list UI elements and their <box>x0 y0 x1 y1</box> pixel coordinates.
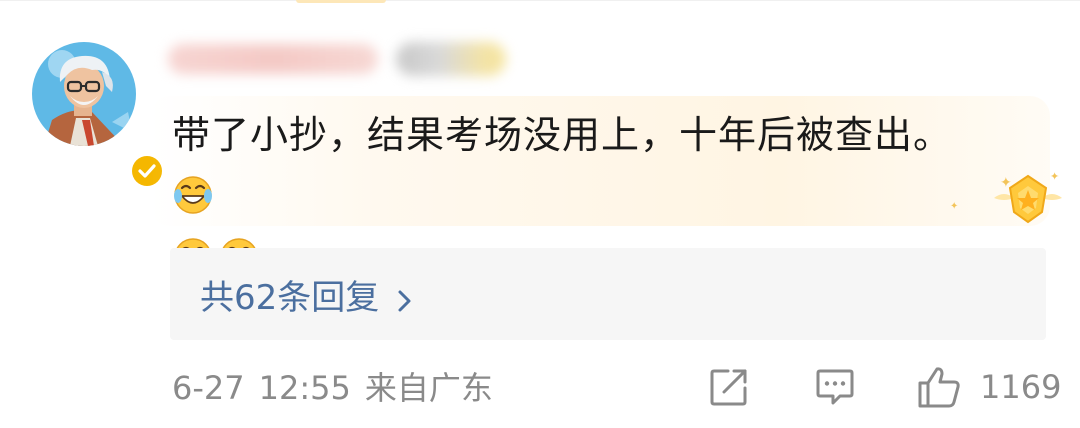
replies-panel[interactable]: 共62条回复 <box>170 248 1046 340</box>
top-edge-decoration <box>296 0 386 3</box>
avatar-image <box>32 42 136 146</box>
view-replies-link[interactable]: 共62条回复 <box>200 273 415 318</box>
sparkle-icon: ✦ <box>1000 175 1012 191</box>
user-level-badge-blur <box>396 42 506 76</box>
comment-icon <box>816 369 854 405</box>
thumbs-up-icon <box>918 367 960 408</box>
share-icon <box>710 369 747 406</box>
comment-meta: 6-27 12:55 来自广东 <box>172 368 493 408</box>
sparkle-icon: ✦ <box>1050 170 1060 183</box>
replies-label: 共62条回复 <box>200 277 380 318</box>
top-divider <box>0 0 1080 1</box>
chevron-right-icon <box>395 282 415 312</box>
reply-button[interactable] <box>814 364 856 410</box>
username-blurred[interactable] <box>168 38 513 82</box>
avatar[interactable] <box>32 42 164 188</box>
comment-card: 带了小抄，结果考场没用上，十年后被查出。 ✦ ✦ ✦ 共62条回复 6-27 12… <box>0 0 1080 428</box>
comment-location: 来自广东 <box>364 369 493 407</box>
share-button[interactable] <box>708 364 750 410</box>
sparkle-icon: ✦ <box>950 201 959 212</box>
like-count: 1169 <box>980 368 1062 406</box>
comment-time: 12:55 <box>258 369 351 407</box>
laugh-cry-emoji-icon <box>172 172 214 214</box>
like-button[interactable]: 1169 <box>916 364 1061 410</box>
comment-date: 6-27 <box>172 369 245 407</box>
comment-text: 带了小抄，结果考场没用上，十年后被查出。 <box>172 113 953 157</box>
username-blur <box>168 44 378 74</box>
